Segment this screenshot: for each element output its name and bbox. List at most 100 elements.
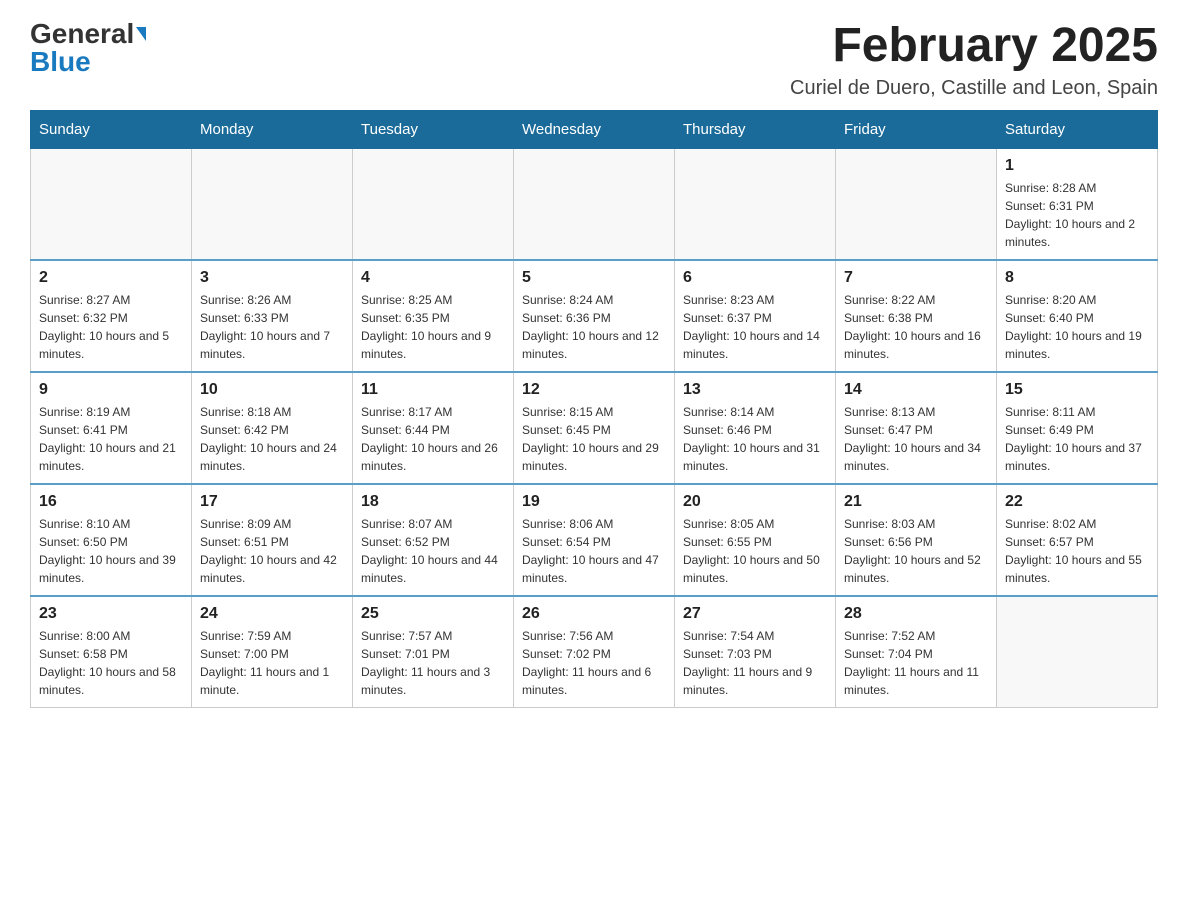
- day-number: 14: [844, 381, 988, 399]
- calendar-cell: 26 Sunrise: 7:56 AM Sunset: 7:02 PM Dayli…: [514, 596, 675, 708]
- calendar-cell: 11 Sunrise: 8:17 AM Sunset: 6:44 PM Dayli…: [353, 372, 514, 484]
- day-number: 21: [844, 493, 988, 511]
- day-number: 7: [844, 269, 988, 287]
- day-number: 4: [361, 269, 505, 287]
- calendar-cell: 17 Sunrise: 8:09 AM Sunset: 6:51 PM Dayli…: [192, 484, 353, 596]
- day-number: 19: [522, 493, 666, 511]
- calendar-cell: 28Sunrise: 7:52 AM Sunset: 7:04 PM Dayli…: [836, 596, 997, 708]
- calendar-table: SundayMondayTuesdayWednesdayThursdayFrid…: [30, 110, 1158, 708]
- week-row-3: 9 Sunrise: 8:19 AM Sunset: 6:41 PM Daylig…: [31, 372, 1158, 484]
- day-info: Sunrise: 8:22 AM Sunset: 6:38 PM Dayligh…: [844, 291, 988, 363]
- calendar-cell: 3Sunrise: 8:26 AM Sunset: 6:33 PM Daylig…: [192, 260, 353, 372]
- calendar-cell: 15Sunrise: 8:11 AM Sunset: 6:49 PM Dayli…: [997, 372, 1158, 484]
- calendar-cell: 27 Sunrise: 7:54 AM Sunset: 7:03 PM Dayli…: [675, 596, 836, 708]
- calendar-cell: 6 Sunrise: 8:23 AM Sunset: 6:37 PM Daylig…: [675, 260, 836, 372]
- calendar-cell: 20 Sunrise: 8:05 AM Sunset: 6:55 PM Dayli…: [675, 484, 836, 596]
- day-number: 20: [683, 493, 827, 511]
- calendar-cell: 25 Sunrise: 7:57 AM Sunset: 7:01 PM Dayli…: [353, 596, 514, 708]
- day-number: 27: [683, 605, 827, 623]
- day-number: 1: [1005, 157, 1149, 175]
- day-info: Sunrise: 8:11 AM Sunset: 6:49 PM Dayligh…: [1005, 403, 1149, 475]
- weekday-header-thursday: Thursday: [675, 110, 836, 148]
- day-number: 11: [361, 381, 505, 399]
- day-number: 16: [39, 493, 183, 511]
- day-info: Sunrise: 8:14 AM Sunset: 6:46 PM Dayligh…: [683, 403, 827, 475]
- day-info: Sunrise: 8:25 AM Sunset: 6:35 PM Dayligh…: [361, 291, 505, 363]
- day-number: 25: [361, 605, 505, 623]
- weekday-header-sunday: Sunday: [31, 110, 192, 148]
- day-info: Sunrise: 8:02 AM Sunset: 6:57 PM Dayligh…: [1005, 515, 1149, 587]
- day-number: 9: [39, 381, 183, 399]
- day-info: Sunrise: 7:54 AM Sunset: 7:03 PM Dayligh…: [683, 627, 827, 699]
- day-number: 12: [522, 381, 666, 399]
- calendar-cell: [675, 148, 836, 260]
- calendar-cell: 21 Sunrise: 8:03 AM Sunset: 6:56 PM Dayli…: [836, 484, 997, 596]
- calendar-cell: 10 Sunrise: 8:18 AM Sunset: 6:42 PM Dayli…: [192, 372, 353, 484]
- day-number: 10: [200, 381, 344, 399]
- location-subtitle: Curiel de Duero, Castille and Leon, Spai…: [790, 77, 1158, 100]
- day-info: Sunrise: 8:24 AM Sunset: 6:36 PM Dayligh…: [522, 291, 666, 363]
- day-info: Sunrise: 8:06 AM Sunset: 6:54 PM Dayligh…: [522, 515, 666, 587]
- weekday-header-saturday: Saturday: [997, 110, 1158, 148]
- day-info: Sunrise: 8:13 AM Sunset: 6:47 PM Dayligh…: [844, 403, 988, 475]
- day-info: Sunrise: 8:10 AM Sunset: 6:50 PM Dayligh…: [39, 515, 183, 587]
- day-number: 22: [1005, 493, 1149, 511]
- day-info: Sunrise: 8:07 AM Sunset: 6:52 PM Dayligh…: [361, 515, 505, 587]
- calendar-cell: [192, 148, 353, 260]
- day-info: Sunrise: 7:57 AM Sunset: 7:01 PM Dayligh…: [361, 627, 505, 699]
- day-info: Sunrise: 8:18 AM Sunset: 6:42 PM Dayligh…: [200, 403, 344, 475]
- calendar-cell: 9 Sunrise: 8:19 AM Sunset: 6:41 PM Daylig…: [31, 372, 192, 484]
- calendar-cell: 24Sunrise: 7:59 AM Sunset: 7:00 PM Dayli…: [192, 596, 353, 708]
- week-row-1: 1 Sunrise: 8:28 AM Sunset: 6:31 PM Daylig…: [31, 148, 1158, 260]
- month-title: February 2025: [790, 20, 1158, 73]
- day-number: 5: [522, 269, 666, 287]
- title-section: February 2025 Curiel de Duero, Castille …: [790, 20, 1158, 100]
- logo-arrow-icon: [136, 27, 146, 41]
- day-info: Sunrise: 8:03 AM Sunset: 6:56 PM Dayligh…: [844, 515, 988, 587]
- week-row-5: 23Sunrise: 8:00 AM Sunset: 6:58 PM Dayli…: [31, 596, 1158, 708]
- weekday-header-wednesday: Wednesday: [514, 110, 675, 148]
- logo: General Blue: [30, 20, 146, 76]
- calendar-cell: 12 Sunrise: 8:15 AM Sunset: 6:45 PM Dayli…: [514, 372, 675, 484]
- weekday-header-row: SundayMondayTuesdayWednesdayThursdayFrid…: [31, 110, 1158, 148]
- calendar-cell: [353, 148, 514, 260]
- calendar-cell: 1 Sunrise: 8:28 AM Sunset: 6:31 PM Daylig…: [997, 148, 1158, 260]
- calendar-cell: 23Sunrise: 8:00 AM Sunset: 6:58 PM Dayli…: [31, 596, 192, 708]
- calendar-cell: 14 Sunrise: 8:13 AM Sunset: 6:47 PM Dayli…: [836, 372, 997, 484]
- day-info: Sunrise: 8:26 AM Sunset: 6:33 PM Dayligh…: [200, 291, 344, 363]
- calendar-cell: [836, 148, 997, 260]
- day-info: Sunrise: 8:23 AM Sunset: 6:37 PM Dayligh…: [683, 291, 827, 363]
- day-number: 26: [522, 605, 666, 623]
- day-info: Sunrise: 8:05 AM Sunset: 6:55 PM Dayligh…: [683, 515, 827, 587]
- day-info: Sunrise: 8:20 AM Sunset: 6:40 PM Dayligh…: [1005, 291, 1149, 363]
- calendar-cell: 5 Sunrise: 8:24 AM Sunset: 6:36 PM Daylig…: [514, 260, 675, 372]
- calendar-cell: 2 Sunrise: 8:27 AM Sunset: 6:32 PM Daylig…: [31, 260, 192, 372]
- day-number: 17: [200, 493, 344, 511]
- day-number: 6: [683, 269, 827, 287]
- day-number: 18: [361, 493, 505, 511]
- day-info: Sunrise: 7:52 AM Sunset: 7:04 PM Dayligh…: [844, 627, 988, 699]
- weekday-header-monday: Monday: [192, 110, 353, 148]
- day-info: Sunrise: 8:17 AM Sunset: 6:44 PM Dayligh…: [361, 403, 505, 475]
- day-info: Sunrise: 8:27 AM Sunset: 6:32 PM Dayligh…: [39, 291, 183, 363]
- calendar-cell: 16 Sunrise: 8:10 AM Sunset: 6:50 PM Dayli…: [31, 484, 192, 596]
- calendar-cell: [514, 148, 675, 260]
- day-number: 23: [39, 605, 183, 623]
- day-number: 24: [200, 605, 344, 623]
- calendar-cell: [31, 148, 192, 260]
- day-number: 8: [1005, 269, 1149, 287]
- day-info: Sunrise: 8:28 AM Sunset: 6:31 PM Dayligh…: [1005, 179, 1149, 251]
- day-info: Sunrise: 8:15 AM Sunset: 6:45 PM Dayligh…: [522, 403, 666, 475]
- day-info: Sunrise: 8:09 AM Sunset: 6:51 PM Dayligh…: [200, 515, 344, 587]
- calendar-cell: 22 Sunrise: 8:02 AM Sunset: 6:57 PM Dayli…: [997, 484, 1158, 596]
- day-info: Sunrise: 8:19 AM Sunset: 6:41 PM Dayligh…: [39, 403, 183, 475]
- calendar-cell: 7 Sunrise: 8:22 AM Sunset: 6:38 PM Daylig…: [836, 260, 997, 372]
- calendar-cell: 19 Sunrise: 8:06 AM Sunset: 6:54 PM Dayli…: [514, 484, 675, 596]
- calendar-cell: 4 Sunrise: 8:25 AM Sunset: 6:35 PM Daylig…: [353, 260, 514, 372]
- calendar-cell: [997, 596, 1158, 708]
- week-row-2: 2 Sunrise: 8:27 AM Sunset: 6:32 PM Daylig…: [31, 260, 1158, 372]
- calendar-cell: 18 Sunrise: 8:07 AM Sunset: 6:52 PM Dayli…: [353, 484, 514, 596]
- day-info: Sunrise: 7:56 AM Sunset: 7:02 PM Dayligh…: [522, 627, 666, 699]
- day-number: 2: [39, 269, 183, 287]
- week-row-4: 16 Sunrise: 8:10 AM Sunset: 6:50 PM Dayli…: [31, 484, 1158, 596]
